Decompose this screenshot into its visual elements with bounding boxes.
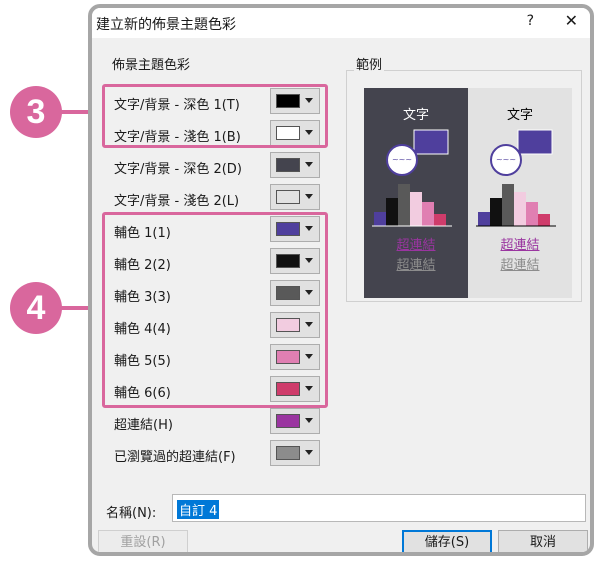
sample-dark-visited-link: 超連結 (396, 258, 436, 273)
theme-color-row: 超連結(H) (92, 408, 332, 436)
sample-dark-bar (422, 202, 434, 226)
name-input-value: 自訂 4 (177, 500, 220, 519)
color-swatch (276, 190, 300, 204)
highlight-accent-colors (102, 212, 328, 408)
sample-dark-bar (398, 184, 410, 226)
theme-color-row: 文字/背景 - 深色 2(D) (92, 152, 332, 180)
dialog-title: 建立新的佈景主題色彩 (96, 17, 236, 33)
sample-dark-bubble-dots: ~~~ (392, 155, 412, 164)
theme-color-label: 文字/背景 - 深色 2(D) (114, 162, 242, 177)
sample-dark-preview: 文字 ~~~ 超連結 超連結 (364, 88, 468, 298)
sample-dark-box (413, 129, 449, 155)
color-picker-button[interactable] (270, 184, 320, 210)
title-bar: 建立新的佈景主題色彩 ? ✕ (92, 8, 590, 38)
sample-light-bar (490, 198, 502, 226)
theme-colors-group-label: 佈景主題色彩 (112, 58, 191, 73)
sample-dark-hyperlink: 超連結 (396, 238, 436, 253)
sample-light-bar (502, 184, 514, 226)
sample-light-preview: 文字 ~~~ 超連結 超連結 (468, 88, 572, 298)
name-label: 名稱(N): (106, 506, 157, 521)
sample-light-bubble-dots: ~~~ (496, 155, 516, 164)
color-picker-button[interactable] (270, 152, 320, 178)
sample-dark-bar (386, 198, 398, 226)
help-button[interactable]: ? (527, 13, 534, 29)
dropdown-arrow-icon (305, 450, 313, 455)
color-swatch (276, 158, 300, 172)
sample-light-graphic: ~~~ (476, 129, 556, 227)
callout-3-badge: 3 (10, 86, 62, 138)
sample-light-bar (514, 192, 526, 226)
sample-dark-bar (374, 212, 386, 226)
sample-light-bar (526, 202, 538, 226)
color-swatch (276, 414, 300, 428)
cancel-button[interactable]: 取消 (498, 530, 588, 552)
save-button[interactable]: 儲存(S) (402, 530, 492, 552)
dropdown-arrow-icon (305, 418, 313, 423)
highlight-text-background-1 (102, 84, 328, 148)
theme-color-row: 已瀏覽過的超連結(F) (92, 440, 332, 468)
sample-light-bar (478, 212, 490, 226)
callout-4-badge: 4 (10, 282, 62, 334)
sample-dark-graphic: ~~~ (372, 129, 452, 227)
theme-color-label: 已瀏覽過的超連結(F) (114, 450, 236, 465)
theme-color-row: 文字/背景 - 淺色 2(L) (92, 184, 332, 212)
sample-light-bar (538, 214, 550, 226)
sample-light-visited-link: 超連結 (500, 258, 540, 273)
dropdown-arrow-icon (305, 194, 313, 199)
color-picker-button[interactable] (270, 440, 320, 466)
name-input[interactable]: 自訂 4 (172, 494, 586, 522)
reset-button[interactable]: 重設(R) (98, 530, 188, 552)
theme-color-label: 文字/背景 - 淺色 2(L) (114, 194, 240, 209)
sample-group-label: 範例 (354, 54, 385, 73)
dropdown-arrow-icon (305, 162, 313, 167)
theme-color-label: 超連結(H) (114, 418, 173, 433)
close-icon[interactable]: ✕ (565, 11, 578, 30)
create-theme-colors-dialog: 建立新的佈景主題色彩 ? ✕ 佈景主題色彩 文字/背景 - 深色 1(T) 文字/… (88, 4, 594, 556)
sample-dark-bar (410, 192, 422, 226)
color-picker-button[interactable] (270, 408, 320, 434)
sample-light-hyperlink: 超連結 (500, 238, 540, 253)
sample-light-box (517, 129, 553, 155)
color-swatch (276, 446, 300, 460)
sample-dark-bar (434, 214, 446, 226)
